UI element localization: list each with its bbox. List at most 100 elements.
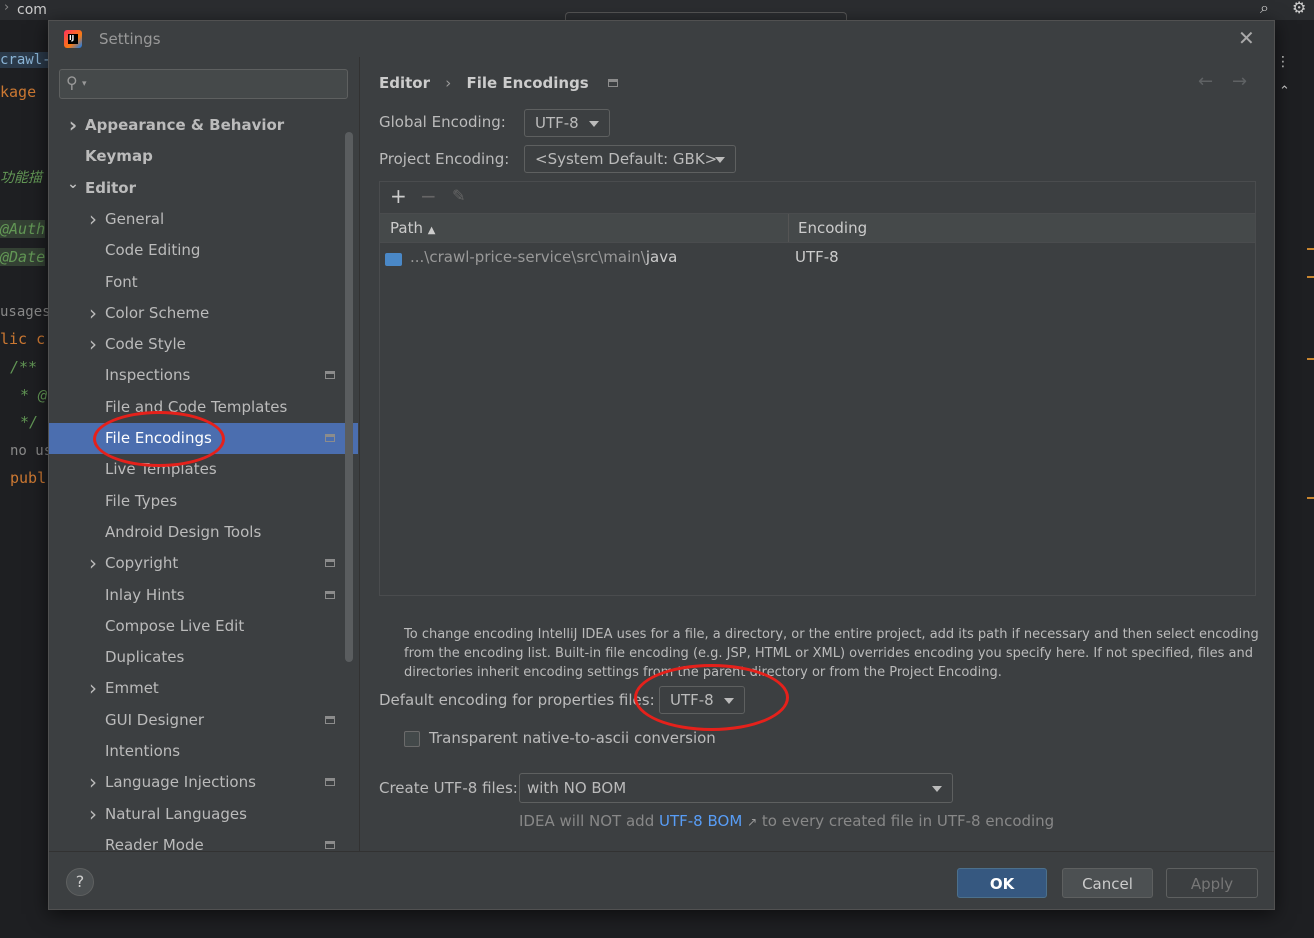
gear-icon[interactable]: ⚙ (1292, 0, 1306, 17)
sidebar-item-reader-mode[interactable]: Reader Mode (49, 830, 358, 851)
breadcrumb-parent[interactable]: Editor (379, 74, 430, 92)
sidebar-item-label: File Types (105, 491, 178, 510)
sidebar-item-label: Inspections (105, 366, 191, 385)
sidebar-item-file-encodings[interactable]: File Encodings (49, 423, 358, 454)
sidebar-scrollbar[interactable] (345, 132, 353, 662)
sidebar-item-label: General (105, 209, 165, 228)
sidebar-item-gui-designer[interactable]: GUI Designer (49, 705, 358, 736)
folder-icon (385, 253, 402, 266)
sidebar-item-color-scheme[interactable]: › Color Scheme (49, 298, 358, 329)
sidebar-item-file-types[interactable]: File Types (49, 486, 358, 517)
sidebar-item-code-style[interactable]: › Code Style (49, 329, 358, 360)
code-line: @Date (0, 248, 46, 266)
sidebar-item-file-and-code-templates[interactable]: File and Code Templates (49, 392, 358, 423)
properties-encoding-select[interactable]: UTF-8 (659, 686, 745, 714)
chevron-right-icon[interactable]: › (65, 110, 81, 141)
sidebar-item-natural-languages[interactable]: › Natural Languages (49, 799, 358, 830)
external-link-icon: ↗ (747, 815, 758, 829)
dropdown-arrow-icon (724, 698, 734, 704)
chevron-right-icon[interactable]: › (85, 298, 101, 329)
search-icon[interactable]: ⌕ (1260, 0, 1269, 18)
chevron-right-icon[interactable]: › (85, 767, 101, 798)
sidebar-item-copyright[interactable]: › Copyright (49, 548, 358, 579)
table-cell-path: ...\crawl-price-service\src\main\java (410, 248, 678, 266)
sidebar-item-label: Inlay Hints (105, 585, 185, 604)
marker-icon (1307, 248, 1314, 250)
back-arrow-icon[interactable]: ← (1198, 71, 1213, 92)
code-line: publ (10, 469, 47, 487)
sidebar-item-duplicates[interactable]: Duplicates (49, 642, 358, 673)
marker-icon (1307, 497, 1314, 499)
project-scope-icon (607, 79, 618, 87)
sidebar-item-live-templates[interactable]: Live Templates (49, 454, 358, 485)
sidebar-item-compose-live-edit[interactable]: Compose Live Edit (49, 611, 358, 642)
sidebar-item-emmet[interactable]: › Emmet (49, 673, 358, 704)
bom-note: IDEA will NOT add UTF-8 BOM ↗ to every c… (519, 812, 1055, 830)
ide-breadcrumb: com (17, 2, 47, 18)
global-encoding-select[interactable]: UTF-8 (524, 109, 610, 137)
close-icon[interactable]: ✕ (1238, 26, 1255, 50)
chevron-right-icon[interactable]: › (85, 673, 101, 704)
more-icon[interactable]: ⋮ (1276, 54, 1290, 70)
cancel-button[interactable]: Cancel (1062, 868, 1153, 898)
table-header: Path ▲ Encoding (380, 213, 1255, 243)
sidebar-item-label: Appearance & Behavior (85, 116, 285, 134)
chevron-right-icon[interactable]: › (85, 548, 101, 579)
sidebar-item-appearance-behavior[interactable]: › Appearance & Behavior (49, 110, 358, 141)
dropdown-arrow-icon (715, 157, 725, 163)
sidebar-item-keymap[interactable]: Keymap (49, 141, 358, 172)
project-scope-icon (325, 559, 335, 568)
chevron-down-icon[interactable]: ⌄ (65, 169, 81, 200)
native-to-ascii-checkbox[interactable] (404, 731, 420, 747)
sidebar-item-android-design-tools[interactable]: Android Design Tools (49, 517, 358, 548)
apply-button[interactable]: Apply (1166, 868, 1258, 898)
add-icon[interactable]: + (390, 184, 407, 208)
native-to-ascii-label[interactable]: Transparent native-to-ascii conversion (429, 729, 716, 747)
code-line: usages (0, 304, 51, 320)
help-button[interactable]: ? (66, 868, 94, 896)
column-header-path[interactable]: Path ▲ (390, 219, 435, 237)
sidebar-item-label: Language Injections (105, 773, 256, 792)
sidebar-item-general[interactable]: › General (49, 204, 358, 235)
sidebar-item-intentions[interactable]: Intentions (49, 736, 358, 767)
sidebar-item-inspections[interactable]: Inspections (49, 360, 358, 391)
sidebar-item-label: File Encodings (105, 429, 212, 447)
sidebar-item-label: Intentions (105, 742, 181, 760)
search-input[interactable]: ⚲ ▾ (59, 69, 348, 99)
remove-icon[interactable]: − (420, 184, 437, 208)
utf8-bom-link[interactable]: UTF-8 BOM (659, 812, 742, 830)
project-scope-icon (325, 434, 335, 442)
sidebar-item-language-injections[interactable]: › Language Injections (49, 767, 358, 798)
ide-breadcrumb-chevron: › (4, 0, 10, 15)
settings-tree: › Appearance & Behavior Keymap ⌄ Editor › Gene… (49, 110, 358, 851)
global-encoding-label: Global Encoding: (379, 113, 506, 131)
create-utf8-select[interactable]: with NO BOM (519, 773, 953, 803)
sidebar-item-inlay-hints[interactable]: Inlay Hints (49, 580, 358, 611)
edit-icon[interactable]: ✎ (452, 186, 465, 205)
sidebar-item-label: Editor (85, 178, 136, 197)
code-line: /** (10, 358, 38, 376)
project-encoding-select[interactable]: <System Default: GBK> (524, 145, 736, 173)
breadcrumb: Editor › File Encodings (379, 74, 618, 92)
sidebar-item-code-editing[interactable]: Code Editing (49, 235, 358, 266)
project-scope-icon (325, 715, 335, 724)
dialog-title: Settings (99, 30, 161, 48)
dialog-title-bar: IJ Settings ✕ (49, 21, 1274, 57)
sidebar-item-editor[interactable]: ⌄ Editor (49, 173, 358, 204)
chevron-right-icon[interactable]: › (85, 204, 101, 235)
table-row[interactable]: ...\crawl-price-service\src\main\java UT… (380, 244, 1255, 274)
sidebar-item-font[interactable]: Font (49, 267, 358, 298)
column-divider[interactable] (788, 214, 789, 242)
forward-arrow-icon[interactable]: → (1232, 71, 1247, 92)
ok-button[interactable]: OK (957, 868, 1047, 898)
search-icon: ⚲ (66, 73, 78, 92)
code-line: kage (0, 83, 37, 101)
chevron-right-icon[interactable]: › (85, 799, 101, 830)
ide-right-gutter: ⋮ ⌃ (1275, 20, 1314, 938)
chevron-up-icon[interactable]: ⌃ (1279, 84, 1290, 99)
settings-dialog: IJ Settings ✕ ⚲ ▾ › Appearance & Behavior… (48, 20, 1275, 910)
project-scope-icon (325, 590, 335, 599)
project-scope-icon (325, 840, 335, 849)
chevron-right-icon[interactable]: › (85, 329, 101, 360)
column-header-encoding[interactable]: Encoding (798, 219, 867, 237)
